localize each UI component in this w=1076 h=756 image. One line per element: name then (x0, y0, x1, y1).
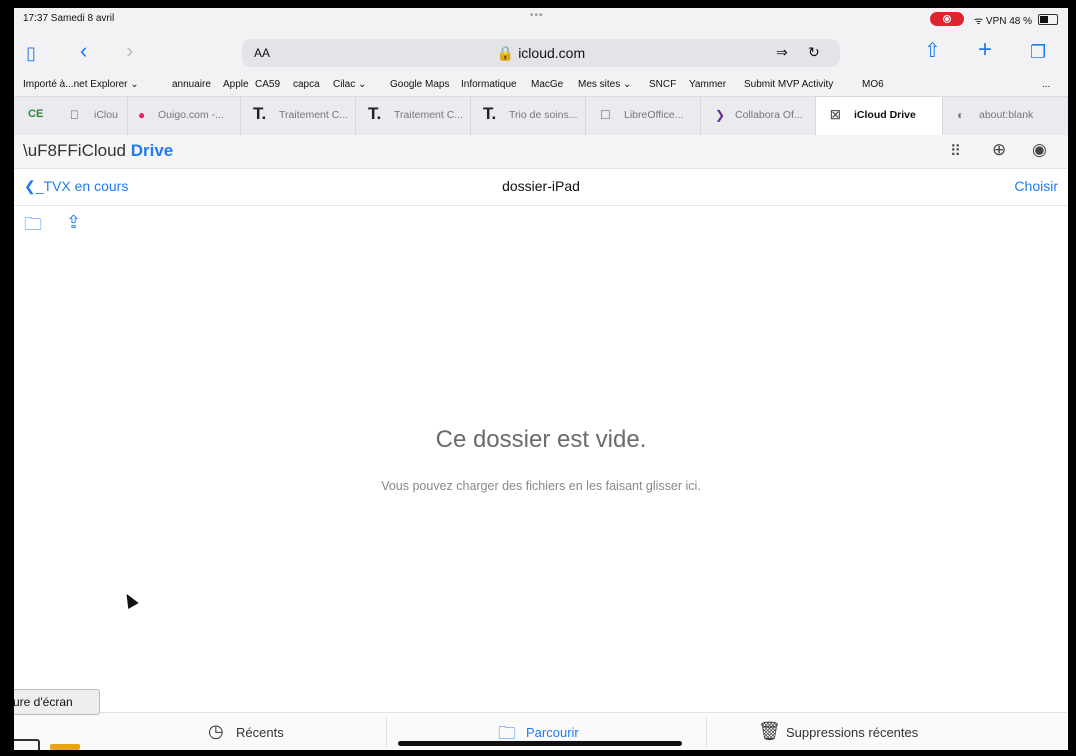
bookmark-item[interactable]: MO6 (862, 79, 884, 90)
bookmark-item[interactable]: Yammer (689, 79, 726, 90)
bookmark-item[interactable]: MacGe (531, 79, 563, 90)
t-icon: T. (368, 104, 382, 123)
multitask-dots[interactable]: ••• (530, 10, 544, 21)
tab-traitement-2[interactable]: T. Traitement C... (355, 97, 470, 135)
ouigo-icon: ● (138, 108, 146, 122)
address-bar[interactable]: AA 🔒 icloud.com ⇒ ↻ (242, 39, 840, 67)
tab-group-icon[interactable]: CE (28, 108, 43, 120)
tab-recently-deleted[interactable]: 🗑 Suppressions récentes (758, 721, 918, 741)
home-indicator[interactable] (398, 741, 682, 746)
t-icon: T. (483, 104, 497, 123)
new-tab-icon[interactable]: + (978, 38, 992, 62)
clock-icon: ◷ (208, 721, 224, 741)
browser-toolbar: ▯ ‹ › AA 🔒 icloud.com ⇒ ↻ ⇧ + ❐ (14, 30, 1068, 74)
dock-app-icon[interactable] (50, 744, 80, 750)
battery-icon (1038, 14, 1058, 25)
bookmark-item[interactable]: Importé à...net Explorer ⌄ (23, 79, 139, 90)
screenshot-tooltip: ure d'écran (14, 689, 100, 715)
bookmark-item[interactable]: Cilac ⌄ (333, 79, 366, 90)
folder-title: dossier-iPad (502, 178, 580, 194)
tab-libreoffice[interactable]: ☐ LibreOffice... (585, 97, 700, 135)
bookmark-item[interactable]: CA59 (255, 79, 280, 90)
forward-icon[interactable]: › (126, 40, 133, 62)
tab-bar: CE  iClou ● Ouigo.com -... T. Traitemen… (14, 96, 1068, 136)
empty-state-title: Ce dossier est vide. (435, 426, 647, 453)
upload-icon[interactable]: ⇪ (66, 212, 81, 233)
choose-button[interactable]: Choisir (1014, 178, 1058, 194)
add-circle-icon[interactable]: ⊕ (992, 140, 1006, 160)
tab-icloud-drive[interactable]: ☒ iCloud Drive (815, 97, 942, 135)
tab-collabora[interactable]: ❯ Collabora Of... (700, 97, 815, 135)
status-bar: 17:37 Samedi 8 avril ••• ᯤ VPN 48 % (14, 8, 1068, 30)
bookmark-item[interactable]: annuaire (172, 79, 211, 90)
folder-nav-row: ❮_TVX en cours dossier-iPad Choisir (14, 169, 1068, 206)
tab-about-blank[interactable]: ◐ about:blank (942, 97, 1068, 135)
trash-icon: 🗑 (758, 721, 781, 741)
status-indicators: ᯤ VPN 48 % (974, 16, 1033, 27)
tab-recents[interactable]: ◷ Récents (208, 721, 284, 741)
apple-logo-icon: \uF8FF (23, 141, 78, 160)
divider (386, 717, 387, 747)
bookmark-item[interactable]: Submit MVP Activity (744, 79, 833, 90)
bookmark-item[interactable]: capca (293, 79, 320, 90)
divider (706, 717, 707, 747)
compass-icon: ◐ (957, 108, 965, 122)
bookmark-item[interactable]: SNCF (649, 79, 676, 90)
bookmarks-bar: Importé à...net Explorer ⌄ annuaire Appl… (14, 74, 1068, 96)
reload-icon[interactable]: ↻ (808, 44, 820, 61)
icloud-header: \uF8FFiCloud Drive ⠿ ⊕ ◉ (14, 135, 1068, 169)
account-icon[interactable]: ◉ (1032, 140, 1047, 160)
icloud-logo[interactable]: \uF8FFiCloud Drive (23, 141, 173, 161)
url-text[interactable]: 🔒 icloud.com (242, 45, 840, 62)
status-time-date: 17:37 Samedi 8 avril (23, 13, 115, 24)
tab-ouigo[interactable]: ● Ouigo.com -... (127, 97, 240, 135)
document-icon: ☐ (600, 108, 611, 122)
t-icon: T. (253, 104, 267, 123)
tab-trio[interactable]: T. Trio de soins... (470, 97, 585, 135)
collabora-icon: ❯ (715, 108, 726, 122)
new-folder-icon[interactable]: 🗀 (24, 212, 42, 242)
icloud-tab-icon: ☒ (830, 108, 841, 122)
tab-traitement-1[interactable]: T. Traitement C... (240, 97, 355, 135)
sidebar-icon[interactable]: ▯ (26, 42, 36, 64)
mouse-cursor (121, 590, 139, 610)
tabs-overview-icon[interactable]: ❐ (1030, 41, 1046, 63)
bookmark-more[interactable]: ... (1042, 79, 1050, 90)
bookmark-item[interactable]: Mes sites ⌄ (578, 79, 631, 90)
bookmark-item[interactable]: Google Maps (390, 79, 449, 90)
reader-icon[interactable]: ⇒ (776, 44, 788, 61)
apple-icon:  (70, 108, 79, 122)
screen-record-icon[interactable] (930, 12, 964, 26)
bookmark-item[interactable]: Apple (223, 79, 249, 90)
screenshot-dock-icon[interactable] (14, 739, 40, 750)
apps-grid-icon[interactable]: ⠿ (950, 142, 961, 160)
empty-state-subtitle: Vous pouvez charger des fichiers en les … (381, 479, 701, 493)
tab-browse[interactable]: 🗀 Parcourir (498, 723, 579, 743)
back-icon[interactable]: ‹ (80, 40, 87, 62)
share-icon[interactable]: ⇧ (924, 40, 941, 62)
bookmark-item[interactable]: Informatique (461, 79, 517, 90)
app-frame: 17:37 Samedi 8 avril ••• ᯤ VPN 48 % ▯ ‹ … (14, 8, 1068, 750)
tab-icloud[interactable]:  iClou (54, 97, 127, 135)
